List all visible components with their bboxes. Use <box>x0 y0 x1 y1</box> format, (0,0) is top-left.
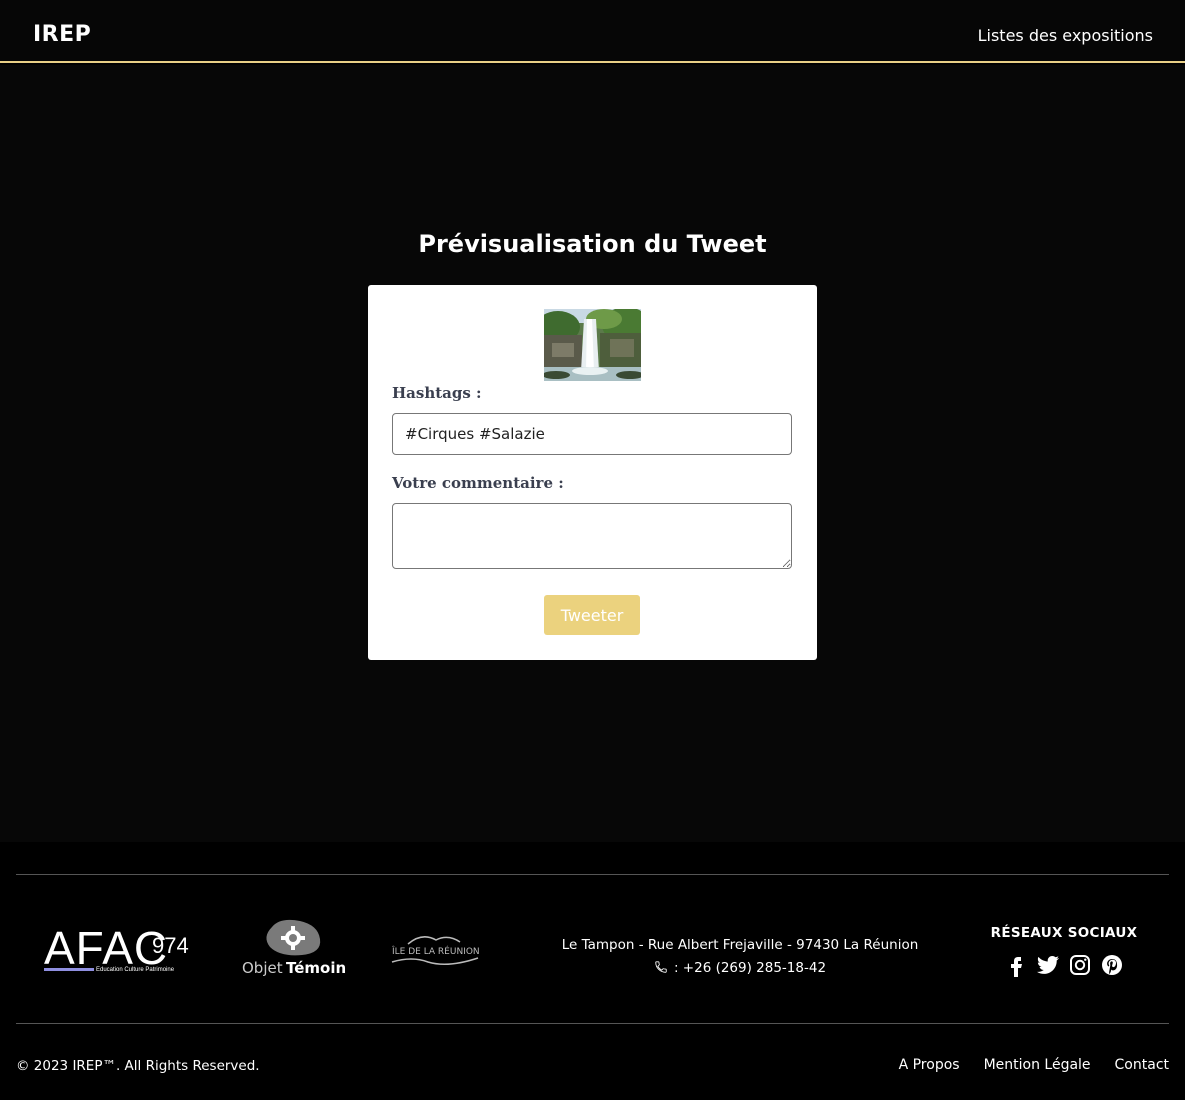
site-header: IREP Listes des expositions <box>0 0 1185 63</box>
comment-textarea[interactable] <box>392 503 792 569</box>
footer-link-contact[interactable]: Contact <box>1115 1057 1169 1073</box>
objet-temoin-logo[interactable]: Objet Témoin <box>240 917 350 979</box>
hashtags-label: Hashtags : <box>392 384 482 402</box>
tweet-preview-card: Hashtags : Votre commentaire : Tweeter <box>368 285 817 660</box>
page-title: Prévisualisation du Tweet <box>418 230 767 258</box>
facebook-icon[interactable] <box>1004 953 1028 977</box>
footer-phone[interactable]: : +26 (269) 285-18-42 <box>674 960 826 976</box>
footer-divider-top <box>16 874 1169 875</box>
waterfall-image <box>544 309 641 381</box>
objet-logo-word2: Témoin <box>286 959 346 977</box>
objet-logo-word1: Objet <box>242 959 283 977</box>
nav-link-exhibitions[interactable]: Listes des expositions <box>978 26 1153 45</box>
afac-logo-number: 974 <box>152 933 189 958</box>
footer-link-about[interactable]: A Propos <box>899 1057 960 1073</box>
social-title: RÉSEAUX SOCIAUX <box>990 925 1138 941</box>
footer-links: A Propos Mention Légale Contact <box>899 1057 1169 1073</box>
afac-logo-tagline: Education Culture Patrimoine <box>96 967 175 973</box>
site-logo[interactable]: IREP <box>33 22 91 47</box>
comment-label: Votre commentaire : <box>392 474 564 492</box>
tweet-image-waterfall <box>544 309 641 381</box>
footer-divider-bottom <box>16 1023 1169 1024</box>
afac974-logo[interactable]: AFAC 974 Education Culture Patrimoine <box>44 920 194 976</box>
footer-link-legal[interactable]: Mention Légale <box>984 1057 1091 1073</box>
instagram-icon[interactable] <box>1068 953 1092 977</box>
site-footer: AFAC 974 Education Culture Patrimoine Ob… <box>0 842 1185 1100</box>
ile-logo-text: ÎLE DE LA RÉUNION <box>391 945 480 957</box>
copyright: © 2023 IREP™. All Rights Reserved. <box>16 1058 260 1074</box>
social-icons <box>1004 953 1128 977</box>
footer-phone-row: : +26 (269) 285-18-42 <box>540 960 940 976</box>
footer-address: Le Tampon - Rue Albert Frejaville - 9743… <box>561 937 919 953</box>
pinterest-icon[interactable] <box>1100 953 1124 977</box>
twitter-icon[interactable] <box>1036 953 1060 977</box>
main-content: Prévisualisation du Tweet Hashtags: #Ci… <box>0 65 1185 842</box>
ile-de-la-reunion-logo[interactable]: ÎLE DE LA RÉUNION <box>388 930 482 968</box>
phone-icon <box>655 961 667 973</box>
tweet-button[interactable]: Tweeter <box>544 595 640 635</box>
hashtags-input[interactable] <box>392 413 792 455</box>
